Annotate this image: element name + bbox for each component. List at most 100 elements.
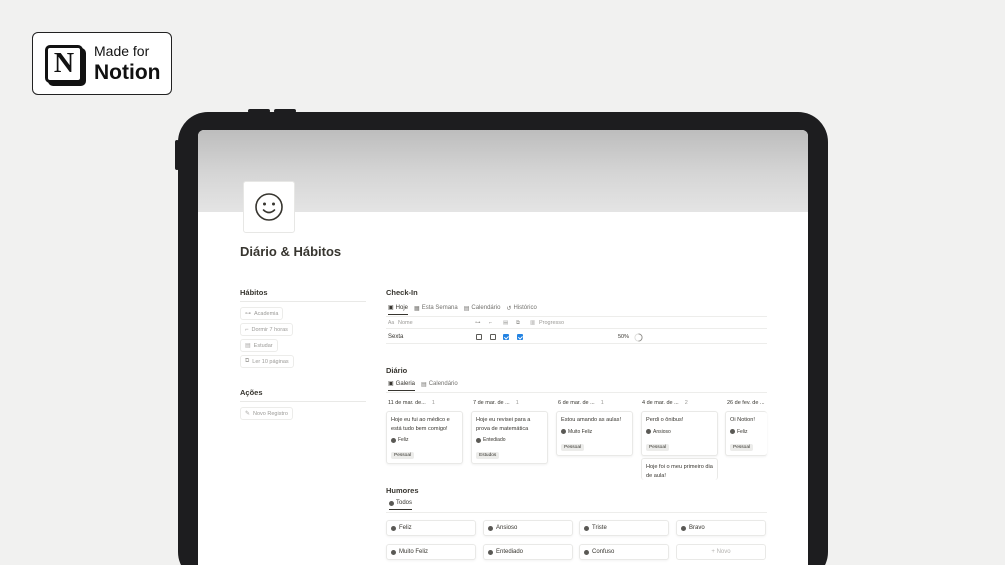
card-title: Hoje eu revisei para a prova de matemáti… <box>476 417 531 432</box>
mood-icon <box>476 437 481 443</box>
smiley-icon[interactable] <box>243 181 295 233</box>
chart-icon: ▥ <box>530 320 536 326</box>
checkin-tabs: ▣ Hoje ▦ Esta Semana ▤ Calendário ↺ Hist… <box>388 304 537 315</box>
tab-label: Todos <box>396 500 413 506</box>
tablet-frame: Diário & Hábitos Hábitos ⊶ Academia ⌐ Do… <box>175 109 828 565</box>
column-header-progresso[interactable]: Progresso <box>539 320 564 326</box>
board-column-header[interactable]: 4 de mar. de ... 2 <box>642 400 688 406</box>
divider <box>386 392 767 393</box>
column-header-nome[interactable]: Nome <box>398 320 413 326</box>
checkbox-ler[interactable] <box>517 334 523 340</box>
tab-esta-semana[interactable]: ▦ Esta Semana <box>414 304 458 315</box>
mood-icon <box>584 549 589 555</box>
mood-icon <box>730 429 735 434</box>
dumbbell-icon: ⊶ <box>245 311 251 317</box>
tab-calendario[interactable]: ▤ Calendário <box>464 304 501 315</box>
habit-button-academia[interactable]: ⊶ Academia <box>240 307 284 320</box>
column-count: 1 <box>600 400 604 406</box>
journal-card[interactable]: Hoje eu revisei para a prova de matemáti… <box>471 411 548 464</box>
notion-logo-icon: N <box>45 44 83 83</box>
mood-card-entediado[interactable]: Entediado <box>483 544 573 560</box>
mood-icon <box>391 437 396 443</box>
divider <box>240 301 366 302</box>
column-count: 1 <box>431 400 435 406</box>
card-tag: Pessoal <box>561 443 585 451</box>
column-count: 1 <box>515 400 519 406</box>
habit-button-dormir[interactable]: ⌐ Dormir 7 horas <box>240 323 293 336</box>
journal-card[interactable]: Perdi o ônibus! Ansioso Pessoal <box>641 411 718 456</box>
card-tag: Pessoal <box>730 443 754 451</box>
tab-hoje[interactable]: ▣ Hoje <box>388 304 409 315</box>
bed-icon: ⌐ <box>489 320 493 326</box>
journal-card[interactable]: Oi Notion! Feliz Pessoal <box>725 411 767 456</box>
habit-label: Ler 10 páginas <box>252 358 289 365</box>
tablet-power-button <box>175 140 179 170</box>
tab-label: Esta Semana <box>421 305 458 311</box>
habit-button-estudar[interactable]: ▤ Estudar <box>240 339 278 352</box>
card-mood: Ansioso <box>646 429 713 435</box>
column-date: 26 de fev. de ... <box>727 400 765 406</box>
mood-card-ansioso[interactable]: Ansioso <box>483 520 573 536</box>
habit-label: Estudar <box>253 342 273 349</box>
mood-icon <box>561 429 566 434</box>
mood-card-feliz[interactable]: Feliz <box>386 520 476 536</box>
bed-icon: ⌐ <box>245 326 249 333</box>
card-mood: Feliz <box>391 437 458 443</box>
board-column-header[interactable]: 11 de mar. de... 1 <box>388 400 435 406</box>
tab-label: Histórico <box>513 305 537 311</box>
tab-historico[interactable]: ↺ Histórico <box>506 304 536 315</box>
divider <box>386 512 767 513</box>
mood-card-muito-feliz[interactable]: Muito Feliz <box>386 544 476 560</box>
habit-label: Academia <box>254 310 279 317</box>
checkbox-estudar[interactable] <box>503 334 509 340</box>
new-entry-button[interactable]: ✎ Novo Registro <box>240 407 293 420</box>
card-tag: Pessoal <box>391 452 415 459</box>
book-icon: ⧉ <box>245 358 250 364</box>
journal-card[interactable]: Hoje foi o meu primeiro dia de aula! <box>641 458 718 480</box>
board-column-header[interactable]: 26 de fev. de ... <box>727 400 767 406</box>
tab-galeria[interactable]: ▣ Galeria <box>388 380 416 391</box>
tab-calendario-diario[interactable]: ▤ Calendário <box>421 380 458 391</box>
divider <box>386 316 767 317</box>
mood-card-bravo[interactable]: Bravo <box>676 520 766 536</box>
mood-card-confuso[interactable]: Confuso <box>579 544 669 560</box>
column-date: 4 de mar. de ... <box>642 400 679 406</box>
habit-button-ler[interactable]: ⧉ Ler 10 páginas <box>240 355 294 368</box>
habits-heading: Hábitos <box>240 288 268 297</box>
checkbox-dormir[interactable] <box>490 334 496 340</box>
document-icon: ▤ <box>503 320 509 326</box>
document-icon: ▤ <box>245 343 251 349</box>
checkbox-academia[interactable] <box>476 334 482 340</box>
column-date: 6 de mar. de ... <box>558 400 595 406</box>
mood-label: Bravo <box>689 525 705 531</box>
mood-icon <box>681 525 686 531</box>
board-column-header[interactable]: 7 de mar. de ... 1 <box>473 400 519 406</box>
card-title: Hoje eu fui ao médico e está tudo bem co… <box>391 417 450 432</box>
mood-icon <box>488 525 493 531</box>
mood-card-triste[interactable]: Triste <box>579 520 669 536</box>
mood-label: Feliz <box>398 437 409 443</box>
mood-icon <box>646 429 651 434</box>
tab-label: Calendário <box>428 381 458 387</box>
card-title: Estou amando as aulas! <box>561 417 622 423</box>
mood-label: Entediado <box>496 549 524 555</box>
divider <box>240 401 366 402</box>
board-column-header[interactable]: 6 de mar. de ... 1 <box>558 400 604 406</box>
mood-icon <box>391 549 396 555</box>
mood-label: Feliz <box>737 428 748 435</box>
calendar-icon: ▤ <box>463 305 470 312</box>
notion-page: Diário & Hábitos Hábitos ⊶ Academia ⌐ Do… <box>198 130 808 565</box>
journal-card[interactable]: Hoje eu fui ao médico e está tudo bem co… <box>386 411 463 464</box>
mood-icon <box>391 525 396 531</box>
row-name[interactable]: Sexta <box>388 334 403 340</box>
history-icon: ↺ <box>506 305 512 312</box>
tab-label: Calendário <box>471 305 501 311</box>
card-title: Hoje foi o meu primeiro dia de aula! <box>646 464 713 479</box>
column-date: 11 de mar. de... <box>388 400 426 406</box>
journal-card[interactable]: Estou amando as aulas! Muito Feliz Pesso… <box>556 411 633 456</box>
tab-todos[interactable]: Todos <box>389 500 413 510</box>
window-icon: ▣ <box>388 305 394 311</box>
edit-icon: ✎ <box>245 411 251 417</box>
mood-label: Feliz <box>399 525 412 531</box>
new-mood-button[interactable]: + Novo <box>676 544 766 560</box>
